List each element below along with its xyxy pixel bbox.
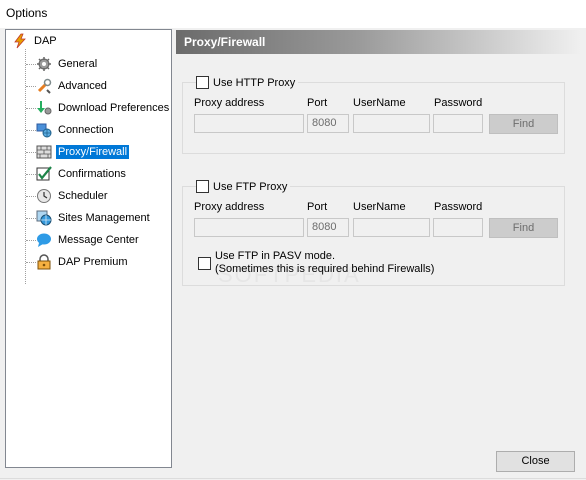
http-username-label: UserName bbox=[353, 97, 406, 109]
http-proxy-checkbox-row[interactable]: Use HTTP Proxy bbox=[196, 76, 299, 89]
tree-connector bbox=[26, 218, 36, 219]
tree-item-label: General bbox=[58, 58, 98, 70]
http-port-field[interactable]: 8080 bbox=[307, 114, 349, 133]
ftp-proxy-checkbox-label: Use FTP Proxy bbox=[213, 180, 288, 193]
http-proxy-address-label: Proxy address bbox=[194, 97, 265, 109]
http-find-button[interactable]: Find bbox=[489, 114, 558, 134]
clock-icon bbox=[36, 188, 52, 204]
tree-item-message-center[interactable]: Message Center bbox=[36, 230, 141, 250]
tree-item-label: DAP bbox=[34, 35, 57, 47]
tree-item-general[interactable]: General bbox=[36, 54, 99, 74]
pasv-mode-label: Use FTP in PASV mode. (Sometimes this is… bbox=[215, 250, 434, 276]
options-tree[interactable]: DAP General Advanced Download Preference… bbox=[5, 29, 172, 468]
tree-item-connection[interactable]: Connection bbox=[36, 120, 116, 140]
tree-connector bbox=[26, 262, 36, 263]
tree-item-label: Advanced bbox=[58, 80, 107, 92]
ftp-port-label: Port bbox=[307, 201, 328, 213]
tree-item-label: Message Center bbox=[58, 234, 139, 246]
http-username-field[interactable] bbox=[353, 114, 430, 133]
tree-connector bbox=[26, 174, 36, 175]
http-password-field[interactable] bbox=[433, 114, 483, 133]
download-gear-icon bbox=[36, 100, 52, 116]
ftp-proxy-checkbox-row[interactable]: Use FTP Proxy bbox=[196, 180, 291, 193]
tree-connector bbox=[26, 64, 36, 65]
advanced-tools-icon bbox=[36, 78, 52, 94]
tree-connector bbox=[26, 196, 36, 197]
tree-item-label: Confirmations bbox=[58, 168, 126, 180]
ftp-username-label: UserName bbox=[353, 201, 406, 213]
tree-item-advanced[interactable]: Advanced bbox=[36, 76, 109, 96]
http-port-label: Port bbox=[307, 97, 328, 109]
dap-bolt-icon bbox=[12, 33, 28, 49]
checkmark-icon bbox=[36, 166, 52, 182]
tree-item-label: DAP Premium bbox=[58, 256, 128, 268]
tree-item-sites-management[interactable]: Sites Management bbox=[36, 208, 152, 228]
pasv-mode-checkbox[interactable] bbox=[198, 256, 211, 270]
ftp-proxy-address-label: Proxy address bbox=[194, 201, 265, 213]
ftp-port-field[interactable]: 8080 bbox=[307, 218, 349, 237]
tree-item-label: Sites Management bbox=[58, 212, 150, 224]
http-proxy-checkbox-label: Use HTTP Proxy bbox=[213, 76, 296, 89]
title-bar: Options bbox=[0, 0, 586, 28]
close-button[interactable]: Close bbox=[496, 451, 575, 472]
tree-connector bbox=[26, 130, 36, 131]
connection-globe-icon bbox=[36, 122, 52, 138]
tree-item-label: Download Preferences bbox=[58, 102, 170, 114]
pasv-mode-line1: Use FTP in PASV mode. bbox=[215, 250, 336, 262]
pasv-mode-checkbox-row[interactable]: Use FTP in PASV mode. (Sometimes this is… bbox=[198, 250, 434, 276]
tree-connector bbox=[26, 108, 36, 109]
tree-item-download-preferences[interactable]: Download Preferences bbox=[36, 98, 171, 118]
premium-lock-icon bbox=[36, 254, 52, 270]
pasv-mode-line2: (Sometimes this is required behind Firew… bbox=[215, 263, 435, 275]
chat-bubble-icon bbox=[36, 232, 52, 248]
http-proxy-address-field[interactable] bbox=[194, 114, 304, 133]
tree-connector bbox=[26, 152, 36, 153]
sites-globe-icon bbox=[36, 210, 52, 226]
bottom-border bbox=[0, 478, 586, 479]
http-password-label: Password bbox=[434, 97, 483, 109]
tree-connector bbox=[26, 240, 36, 241]
tree-item-label: Proxy/Firewall bbox=[56, 145, 130, 159]
tree-item-confirmations[interactable]: Confirmations bbox=[36, 164, 128, 184]
tree-connector-line bbox=[25, 49, 26, 284]
ftp-find-button[interactable]: Find bbox=[489, 218, 558, 238]
window-title: Options bbox=[6, 6, 48, 20]
tree-item-label: Connection bbox=[58, 124, 114, 136]
tree-item-proxy-firewall[interactable]: Proxy/Firewall bbox=[36, 142, 130, 162]
ftp-password-label: Password bbox=[434, 201, 483, 213]
tree-item-dap-premium[interactable]: DAP Premium bbox=[36, 252, 129, 272]
ftp-password-field[interactable] bbox=[433, 218, 483, 237]
ftp-username-field[interactable] bbox=[353, 218, 430, 237]
ftp-proxy-checkbox[interactable] bbox=[196, 180, 209, 193]
panel-title: Proxy/Firewall bbox=[176, 30, 581, 54]
ftp-proxy-address-field[interactable] bbox=[194, 218, 304, 237]
tree-item-scheduler[interactable]: Scheduler bbox=[36, 186, 110, 206]
gear-icon bbox=[36, 56, 52, 72]
tree-connector bbox=[26, 86, 36, 87]
tree-item-label: Scheduler bbox=[58, 190, 108, 202]
tree-item-dap[interactable]: DAP bbox=[12, 31, 59, 51]
firewall-wall-icon bbox=[36, 144, 52, 160]
http-proxy-checkbox[interactable] bbox=[196, 76, 209, 89]
